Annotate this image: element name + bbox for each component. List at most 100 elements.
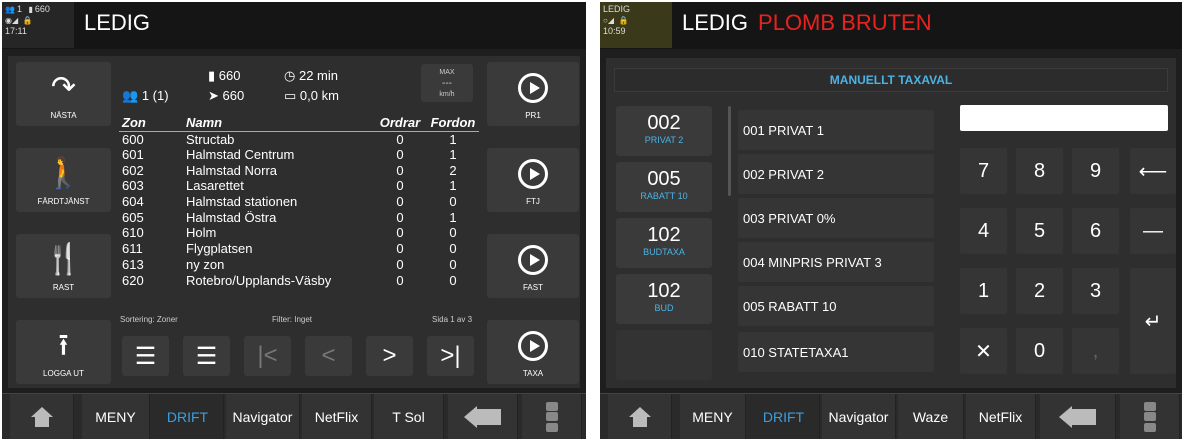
list-scrollbar[interactable] — [728, 106, 731, 196]
tariff-shortcut-button[interactable]: 102 BUDTAXA — [616, 218, 712, 268]
tariff-shortcut-button[interactable]: 102 BUD — [616, 274, 712, 324]
minus-key[interactable]: — — [1130, 208, 1176, 254]
bottom-nav: MENY DRIFT Navigator Waze NetFlix — [600, 393, 1182, 439]
page-title: LEDIG — [84, 10, 151, 35]
more-button[interactable] — [1120, 394, 1180, 439]
lock-icon: 🔒 — [618, 16, 629, 25]
rast-button[interactable]: 🍴 RAST — [16, 234, 111, 298]
key-0[interactable]: 0 — [1016, 328, 1063, 374]
fardtjanst-button[interactable]: 🚶 FÄRDTJÄNST — [16, 148, 111, 212]
driver-screen-tariff: LEDIG ○◢ 🔒 10:59 LEDIG PLOMB BRUTEN MANUE… — [600, 2, 1182, 439]
cell-orders: 0 — [396, 256, 404, 272]
info-distance-value: 0,0 km — [299, 88, 339, 103]
pr1-button[interactable]: PR1 — [487, 62, 579, 126]
key-comma[interactable]: , — [1072, 328, 1119, 374]
play-icon — [518, 73, 548, 103]
tariff-code: 002 — [647, 112, 681, 134]
cell-name: ny zon — [186, 256, 225, 272]
key-2[interactable]: 2 — [1016, 268, 1063, 314]
back-button[interactable] — [1040, 394, 1116, 439]
key-5[interactable]: 5 — [1016, 208, 1063, 254]
fast-button[interactable]: FAST — [487, 234, 579, 298]
tab-t-sol[interactable]: T Sol — [374, 394, 444, 439]
cell-zone: 601 — [122, 147, 144, 163]
key-7[interactable]: 7 — [960, 148, 1007, 194]
cell-vehicles: 2 — [449, 162, 457, 178]
ftj-button[interactable]: FTJ — [487, 148, 579, 212]
table-row[interactable]: 610 Holm 0 0 — [119, 225, 479, 241]
close-icon: ✕ — [975, 340, 992, 363]
table-row[interactable]: 603 Lasarettet 0 1 — [119, 178, 479, 194]
tab-netflix[interactable]: NetFlix — [966, 394, 1036, 439]
home-button[interactable] — [10, 394, 74, 439]
list-item[interactable]: 004 MINPRIS PRIVAT 3 — [738, 242, 934, 282]
list-item[interactable]: 003 PRIVAT 0% — [738, 198, 934, 238]
table-row[interactable]: 601 Halmstad Centrum 0 1 — [119, 147, 479, 163]
last-page-button[interactable]: >| — [427, 336, 474, 376]
key-9[interactable]: 9 — [1072, 148, 1119, 194]
backspace-key[interactable]: ⟵ — [1130, 148, 1176, 194]
tariff-shortcut-button[interactable]: 002 PRIVAT 2 — [616, 106, 712, 156]
info-direction-value: 660 — [222, 88, 245, 103]
speed-label: MAX — [439, 69, 455, 76]
list-item[interactable]: 010 STATETAXA1 — [738, 332, 934, 372]
info-users-value: 1 (1) — [141, 88, 169, 103]
table-row[interactable]: 604 Halmstad stationen 0 0 — [119, 194, 479, 210]
tab-waze[interactable]: Waze — [898, 394, 964, 439]
cell-vehicles: 0 — [449, 225, 457, 241]
home-button[interactable] — [608, 394, 672, 439]
home-icon — [30, 406, 53, 427]
list-item[interactable]: 002 PRIVAT 2 — [738, 154, 934, 194]
table-row[interactable]: 605 Halmstad Östra 0 1 — [119, 209, 479, 225]
enter-key[interactable]: ↵ — [1130, 268, 1176, 374]
tab-netflix[interactable]: NetFlix — [302, 394, 372, 439]
status-map-count: 660 — [34, 4, 50, 14]
cell-zone: 620 — [122, 272, 144, 288]
empty-shortcut-slot — [616, 330, 712, 380]
cell-name: Flygplatsen — [186, 241, 253, 257]
tab-navigator[interactable]: Navigator — [822, 394, 896, 439]
redo-arrow-icon: ↷ — [50, 71, 77, 104]
clear-key[interactable]: ✕ — [960, 328, 1007, 374]
tariff-shortcut-button[interactable]: 005 RABATT 10 — [616, 162, 712, 212]
sort-button[interactable]: ☰ — [122, 336, 169, 376]
filter-button[interactable]: ☰ — [183, 336, 230, 376]
cell-orders: 0 — [396, 131, 404, 147]
list-item[interactable]: 001 PRIVAT 1 — [738, 110, 934, 150]
key-6[interactable]: 6 — [1072, 208, 1119, 254]
key-1[interactable]: 1 — [960, 268, 1007, 314]
key-8[interactable]: 8 — [1016, 148, 1063, 194]
cell-name: Halmstad Norra — [186, 162, 278, 178]
key-4[interactable]: 4 — [960, 208, 1007, 254]
page-title: LEDIG PLOMB BRUTEN — [682, 10, 932, 36]
taxa-button[interactable]: TAXA — [487, 320, 579, 384]
table-row[interactable]: 600 Structab 0 1 — [119, 131, 479, 147]
table-row[interactable]: 613 ny zon 0 0 — [119, 257, 479, 273]
key-3[interactable]: 3 — [1072, 268, 1119, 314]
logout-button[interactable]: ⭱ LOGGA UT — [16, 320, 111, 384]
table-row[interactable]: 611 Flygplatsen 0 0 — [119, 241, 479, 257]
lock-icon: 🔒 — [22, 16, 33, 25]
grip-icon — [545, 401, 558, 432]
cell-orders: 0 — [396, 225, 404, 241]
tab-meny[interactable]: MENY — [680, 394, 746, 439]
tab-navigator[interactable]: Navigator — [226, 394, 300, 439]
map-icon: ▮ — [28, 5, 33, 14]
status-time: 17:11 — [5, 26, 27, 36]
tab-drift[interactable]: DRIFT — [152, 394, 224, 439]
tab-meny[interactable]: MENY — [82, 394, 150, 439]
prev-page-button[interactable]: < — [305, 336, 352, 376]
table-row[interactable]: 602 Halmstad Norra 0 2 — [119, 162, 479, 178]
list-item[interactable]: 005 RABATT 10 — [738, 286, 934, 326]
next-button[interactable]: ↷ NÄSTA — [16, 62, 111, 126]
tab-drift[interactable]: DRIFT — [748, 394, 820, 439]
cell-zone: 602 — [122, 162, 144, 178]
speed-value: --- — [442, 78, 452, 89]
back-button[interactable] — [448, 394, 518, 439]
filter-lines-icon: ☰ — [195, 342, 218, 370]
more-button[interactable] — [522, 394, 582, 439]
first-page-button[interactable]: |< — [244, 336, 291, 376]
tariff-input[interactable] — [960, 105, 1168, 131]
table-row[interactable]: 620 Rotebro/Upplands-Väsby 0 0 — [119, 272, 479, 288]
next-page-button[interactable]: > — [366, 336, 413, 376]
